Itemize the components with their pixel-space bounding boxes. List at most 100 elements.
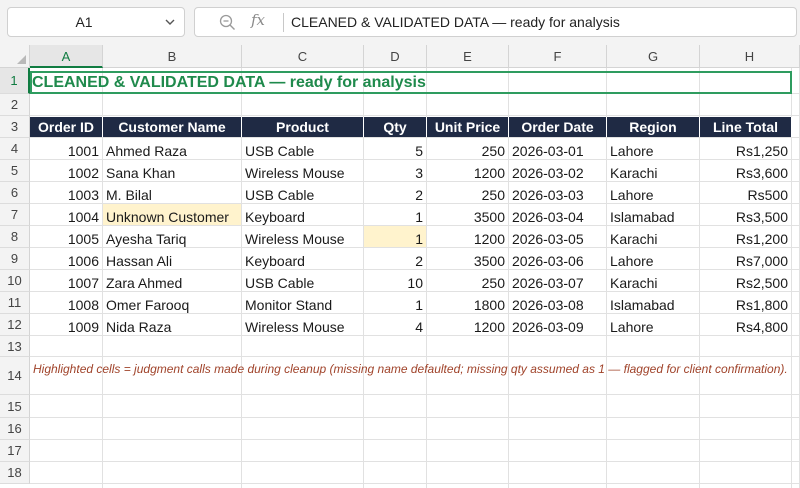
table-cell[interactable]: Rs4,800 [700,314,791,335]
table-cell[interactable]: 1005 [30,226,102,247]
column-header-g[interactable]: G [607,45,700,68]
table-cell[interactable]: Unknown Customer [103,204,241,225]
table-cell[interactable]: USB Cable [242,182,363,203]
table-cell[interactable]: 250 [427,270,508,291]
table-header-cell[interactable]: Order ID [30,117,103,137]
table-cell[interactable]: M. Bilal [103,182,241,203]
table-cell[interactable]: 1 [364,292,426,313]
table-cell[interactable]: Karachi [607,160,699,181]
table-cell[interactable]: Wireless Mouse [242,160,363,181]
table-cell[interactable]: 1 [364,204,426,225]
table-cell[interactable]: 2026-03-09 [509,314,606,335]
table-cell[interactable]: Zara Ahmed [103,270,241,291]
table-cell[interactable]: 2026-03-04 [509,204,606,225]
table-cell[interactable]: Lahore [607,314,699,335]
row-header-6[interactable]: 6 [0,182,30,204]
row-header-16[interactable]: 16 [0,418,30,440]
table-cell[interactable]: 250 [427,182,508,203]
row-header-10[interactable]: 10 [0,270,30,292]
column-header-h[interactable]: H [700,45,800,68]
table-header-cell[interactable]: Customer Name [103,117,242,137]
column-header-c[interactable]: C [242,45,364,68]
table-cell[interactable]: 1001 [30,138,102,159]
table-cell[interactable]: 1009 [30,314,102,335]
table-cell[interactable]: Keyboard [242,248,363,269]
row-header-12[interactable]: 12 [0,314,30,336]
row-header-8[interactable]: 8 [0,226,30,248]
row-header-17[interactable]: 17 [0,440,30,462]
insert-function-icon[interactable]: fx [251,11,265,29]
select-all-corner[interactable] [0,45,30,68]
table-cell[interactable]: 1007 [30,270,102,291]
column-header-d[interactable]: D [364,45,427,68]
table-cell[interactable]: Rs500 [700,182,791,203]
table-cell[interactable]: Ayesha Tariq [103,226,241,247]
table-cell[interactable]: 1200 [427,160,508,181]
table-cell[interactable]: 1008 [30,292,102,313]
table-cell[interactable]: 2 [364,248,426,269]
table-header-cell[interactable]: Product [242,117,364,137]
table-cell[interactable]: Nida Raza [103,314,241,335]
table-cell[interactable]: Monitor Stand [242,292,363,313]
column-header-f[interactable]: F [509,45,607,68]
table-cell[interactable]: Lahore [607,138,699,159]
table-cell[interactable]: 5 [364,138,426,159]
table-cell[interactable]: Karachi [607,270,699,291]
table-cell[interactable]: Rs3,600 [700,160,791,181]
table-cell[interactable]: Rs2,500 [700,270,791,291]
row-header-7[interactable]: 7 [0,204,30,226]
column-header-b[interactable]: B [103,45,242,68]
table-cell[interactable]: Hassan Ali [103,248,241,269]
row-header-18[interactable]: 18 [0,462,30,484]
table-cell[interactable]: 1800 [427,292,508,313]
column-header-e[interactable]: E [427,45,509,68]
row-header-11[interactable]: 11 [0,292,30,314]
table-cell[interactable]: 1003 [30,182,102,203]
row-header-4[interactable]: 4 [0,138,30,160]
zoom-out-icon[interactable] [219,14,236,31]
table-cell[interactable]: 2026-03-07 [509,270,606,291]
table-cell[interactable]: Rs1,250 [700,138,791,159]
name-box[interactable]: A1 [7,7,185,37]
table-cell[interactable]: 2026-03-05 [509,226,606,247]
table-cell[interactable]: 2026-03-08 [509,292,606,313]
table-cell[interactable]: 2 [364,182,426,203]
table-cell[interactable]: Sana Khan [103,160,241,181]
table-cell[interactable]: 1 [364,226,426,247]
table-cell[interactable]: Rs7,000 [700,248,791,269]
table-header-cell[interactable]: Region [607,117,700,137]
table-cell[interactable]: Ahmed Raza [103,138,241,159]
table-cell[interactable]: USB Cable [242,270,363,291]
table-cell[interactable]: Rs3,500 [700,204,791,225]
table-cell[interactable]: Wireless Mouse [242,226,363,247]
table-cell[interactable]: 1200 [427,226,508,247]
row-header-14[interactable]: 14 [0,357,30,395]
row-header-9[interactable]: 9 [0,248,30,270]
table-cell[interactable]: 1004 [30,204,102,225]
table-cell[interactable]: 2026-03-06 [509,248,606,269]
table-cell[interactable]: 4 [364,314,426,335]
table-header-cell[interactable]: Unit Price [427,117,509,137]
table-cell[interactable]: Keyboard [242,204,363,225]
table-cell[interactable]: 1200 [427,314,508,335]
table-cell[interactable]: 2026-03-03 [509,182,606,203]
table-cell[interactable]: 10 [364,270,426,291]
column-header-a[interactable]: A [30,45,103,68]
table-cell[interactable]: 250 [427,138,508,159]
formula-content[interactable]: CLEANED & VALIDATED DATA — ready for ana… [291,8,620,36]
table-cell[interactable]: 3 [364,160,426,181]
table-cell[interactable]: 3500 [427,248,508,269]
table-cell[interactable]: Karachi [607,226,699,247]
formula-input[interactable]: fx CLEANED & VALIDATED DATA — ready for … [194,7,797,37]
row-header-5[interactable]: 5 [0,160,30,182]
sheet-title[interactable]: CLEANED & VALIDATED DATA — ready for ana… [32,71,426,94]
table-header-cell[interactable]: Line Total [700,117,792,137]
table-header-cell[interactable]: Order Date [509,117,607,137]
table-header-cell[interactable]: Qty [364,117,427,137]
table-cell[interactable]: Wireless Mouse [242,314,363,335]
table-cell[interactable]: Islamabad [607,204,699,225]
table-cell[interactable]: 2026-03-02 [509,160,606,181]
table-cell[interactable]: Omer Farooq [103,292,241,313]
table-cell[interactable]: 1006 [30,248,102,269]
table-cell[interactable]: Lahore [607,182,699,203]
